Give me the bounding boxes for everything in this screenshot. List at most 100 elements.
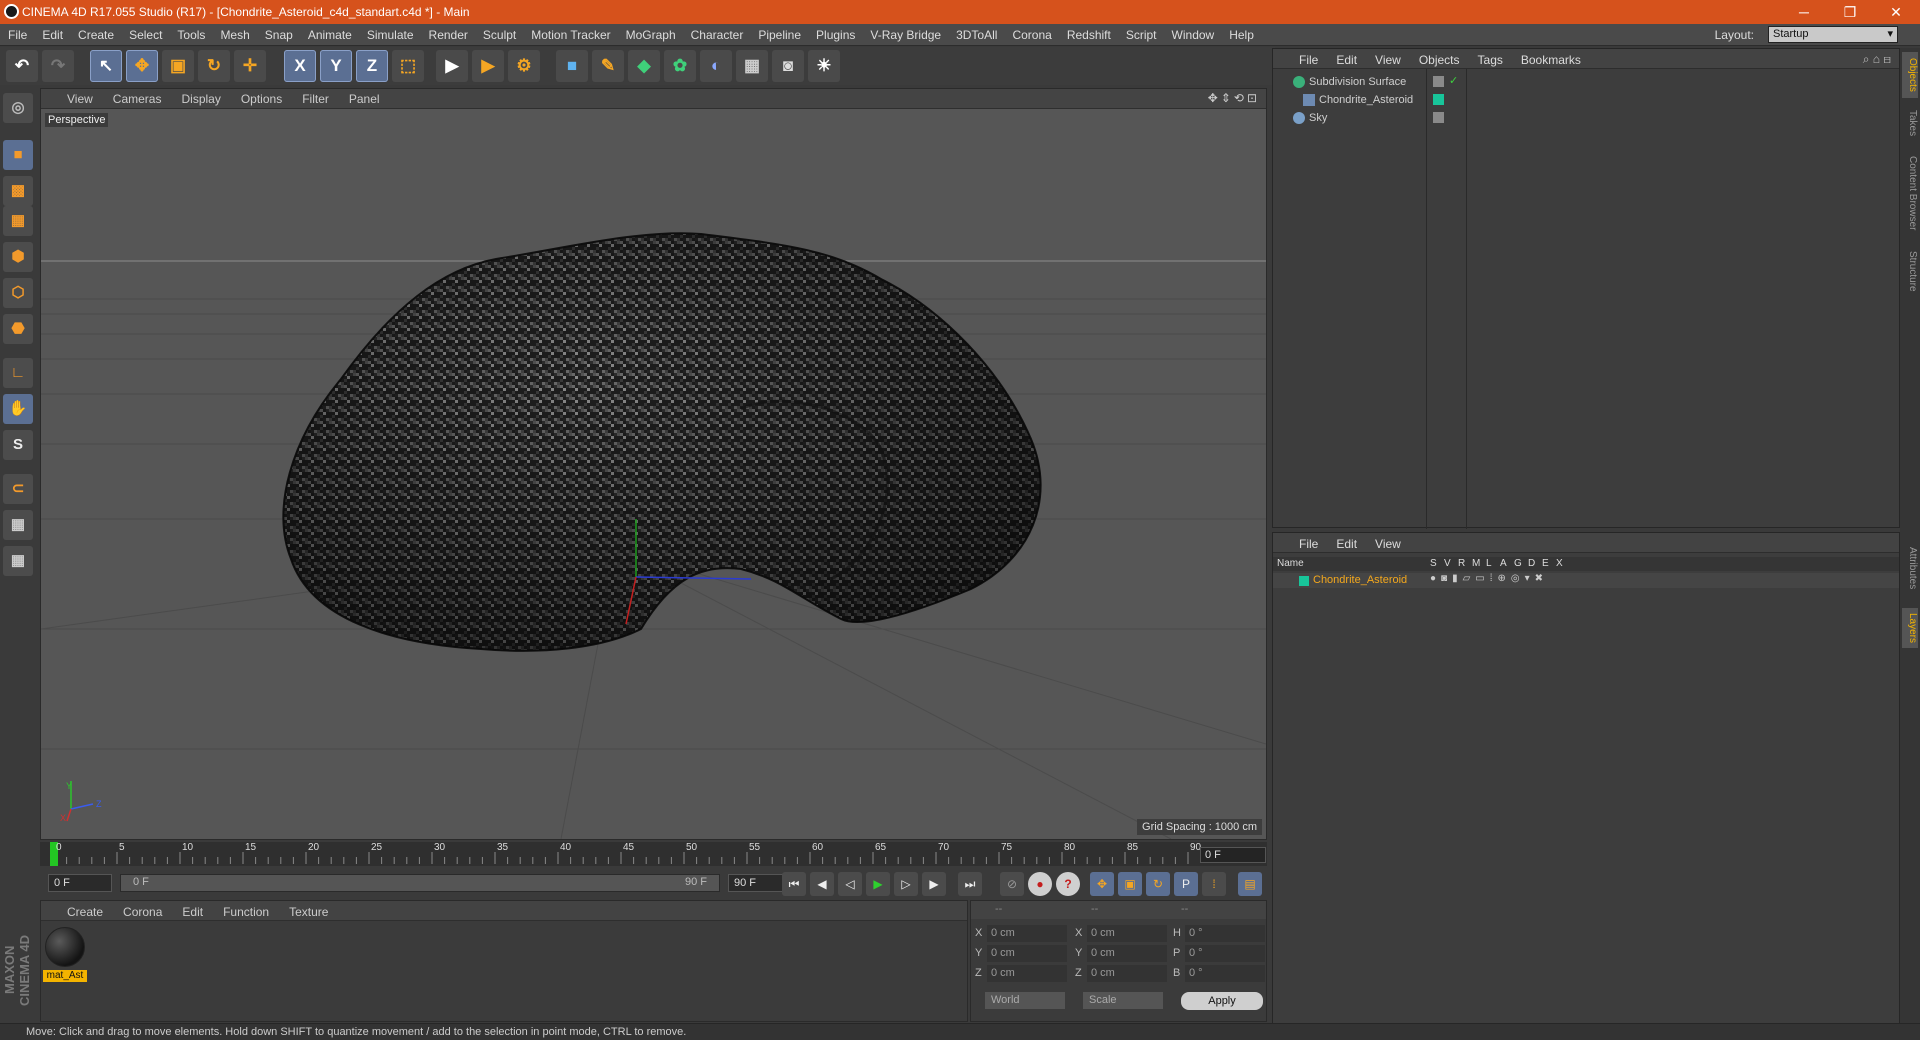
tab-attributes[interactable]: Attributes <box>1902 538 1918 598</box>
camera-button[interactable]: ◙ <box>772 50 804 82</box>
go-to-start-button[interactable]: ⏮ <box>782 872 806 896</box>
light-button[interactable]: ☀ <box>808 50 840 82</box>
axis-mode-icon[interactable]: ∟ <box>3 358 33 388</box>
model-mode-icon[interactable]: ■ <box>3 140 33 170</box>
restore-button[interactable]: ❐ <box>1830 2 1870 22</box>
go-to-end-button[interactable]: ⏭ <box>958 872 982 896</box>
tab-structure[interactable]: Structure <box>1902 246 1918 296</box>
viewport-menu-filter[interactable]: Filter <box>302 92 329 106</box>
layout-select[interactable]: Startup <box>1768 26 1898 43</box>
object-menu-objects[interactable]: Objects <box>1419 53 1460 67</box>
menu-simulate[interactable]: Simulate <box>367 28 414 42</box>
object-row-sky[interactable]: Sky <box>1277 109 1892 127</box>
menu-animate[interactable]: Animate <box>308 28 352 42</box>
timeline-ruler[interactable]: 0 5 10 15 20 25 30 35 40 45 50 55 60 65 70 75 80 85 90 <box>40 842 1267 866</box>
menu-help[interactable]: Help <box>1229 28 1254 42</box>
object-name[interactable]: Chondrite_Asteroid <box>1319 91 1413 109</box>
material-menu-edit[interactable]: Edit <box>182 905 203 919</box>
layer-color-swatch[interactable] <box>1299 576 1309 586</box>
menu-render[interactable]: Render <box>429 28 468 42</box>
material-thumbnail[interactable] <box>45 927 85 967</box>
record-keys-icon[interactable]: ⊘ <box>1000 872 1024 896</box>
material-menu-texture[interactable]: Texture <box>289 905 328 919</box>
menu-mograph[interactable]: MoGraph <box>626 28 676 42</box>
menu-file[interactable]: File <box>8 28 27 42</box>
object-search-icon[interactable]: ⌕ ⌂ ⊟ <box>1863 52 1891 67</box>
move-tool[interactable]: ✥ <box>126 50 158 82</box>
texture-mode-icon[interactable]: ▩ <box>3 176 33 206</box>
planar-workplane-icon[interactable]: ▦ <box>3 546 33 576</box>
pos-y-field[interactable]: 0 cm <box>987 945 1067 962</box>
locked-workplane-icon[interactable]: ▦ <box>3 510 33 540</box>
render-settings-button[interactable]: ⚙ <box>508 50 540 82</box>
render-view-button[interactable]: ▶ <box>436 50 468 82</box>
size-z-field[interactable]: 0 cm <box>1087 965 1167 982</box>
timeline-window-icon[interactable]: ▤ <box>1238 872 1262 896</box>
viewport-menu-options[interactable]: Options <box>241 92 282 106</box>
object-menu-edit[interactable]: Edit <box>1336 53 1357 67</box>
viewport-menu-panel[interactable]: Panel <box>349 92 380 106</box>
viewport-menu-view[interactable]: View <box>67 92 93 106</box>
x-axis-lock[interactable]: X <box>284 50 316 82</box>
scale-key-icon[interactable]: ▣ <box>1118 872 1142 896</box>
menu-vray-bridge[interactable]: V-Ray Bridge <box>870 28 941 42</box>
minimize-button[interactable]: ─ <box>1784 2 1824 22</box>
layer-menu-edit[interactable]: Edit <box>1336 537 1357 551</box>
cube-object-button[interactable]: ■ <box>556 50 588 82</box>
object-name[interactable]: Subdivision Surface <box>1309 73 1406 91</box>
autokey-icon[interactable]: ● <box>1028 872 1052 896</box>
layer-tag-icon[interactable] <box>1433 112 1444 123</box>
rotate-tool[interactable]: ↻ <box>198 50 230 82</box>
redo-button[interactable]: ↷ <box>42 50 74 82</box>
next-key-button[interactable]: ▶ <box>922 872 946 896</box>
current-frame-field[interactable]: 0 F <box>1200 847 1266 863</box>
menu-tools[interactable]: Tools <box>177 28 205 42</box>
undo-button[interactable]: ↶ <box>6 50 38 82</box>
tab-content-browser[interactable]: Content Browser <box>1902 148 1918 238</box>
z-axis-lock[interactable]: Z <box>356 50 388 82</box>
coordinate-space-dropdown[interactable]: World <box>985 992 1065 1009</box>
menu-script[interactable]: Script <box>1126 28 1157 42</box>
size-x-field[interactable]: 0 cm <box>1087 925 1167 942</box>
tab-objects[interactable]: Objects <box>1902 52 1918 98</box>
menu-3dtoall[interactable]: 3DToAll <box>956 28 997 42</box>
size-y-field[interactable]: 0 cm <box>1087 945 1167 962</box>
workplane-mode-icon[interactable]: ▦ <box>3 206 33 236</box>
rot-h-field[interactable]: 0 ° <box>1185 925 1265 942</box>
previous-key-button[interactable]: ◀ <box>810 872 834 896</box>
previous-frame-button[interactable]: ◁ <box>838 872 862 896</box>
deformer-button[interactable]: ◐ <box>700 50 732 82</box>
pen-spline-button[interactable]: ✎ <box>592 50 624 82</box>
pos-z-field[interactable]: 0 cm <box>987 965 1067 982</box>
live-selection-tool[interactable]: ↖ <box>90 50 122 82</box>
layer-row-chondrite-asteroid[interactable]: Chondrite_Asteroid ●◙▮▱▭⁞⊕◎▾✖ <box>1273 573 1899 588</box>
menu-plugins[interactable]: Plugins <box>816 28 855 42</box>
tab-takes[interactable]: Takes <box>1902 106 1918 140</box>
subdivision-surface-button[interactable]: ◆ <box>628 50 660 82</box>
tab-layers[interactable]: Layers <box>1902 608 1918 648</box>
menu-motion-tracker[interactable]: Motion Tracker <box>531 28 610 42</box>
position-key-icon[interactable]: ✥ <box>1090 872 1114 896</box>
object-menu-tags[interactable]: Tags <box>1478 53 1503 67</box>
make-editable-icon[interactable]: ◎ <box>3 93 33 123</box>
menu-sculpt[interactable]: Sculpt <box>483 28 516 42</box>
menu-character[interactable]: Character <box>691 28 744 42</box>
object-row-chondrite-asteroid[interactable]: Chondrite_Asteroid <box>1277 91 1892 109</box>
polygons-mode-icon[interactable]: ⬣ <box>3 314 33 344</box>
layer-tag-icon[interactable] <box>1433 76 1444 87</box>
start-frame-field[interactable]: 0 F <box>48 874 112 892</box>
points-mode-icon[interactable]: ⬢ <box>3 242 33 272</box>
point-level-key-icon[interactable]: ⁞ <box>1202 872 1226 896</box>
layer-name[interactable]: Chondrite_Asteroid <box>1313 574 1407 586</box>
menu-window[interactable]: Window <box>1172 28 1215 42</box>
cloner-button[interactable]: ✿ <box>664 50 696 82</box>
rotation-key-icon[interactable]: ↻ <box>1146 872 1170 896</box>
menu-snap[interactable]: Snap <box>265 28 293 42</box>
floor-button[interactable]: ▦ <box>736 50 768 82</box>
menu-redshift[interactable]: Redshift <box>1067 28 1111 42</box>
menu-corona[interactable]: Corona <box>1012 28 1051 42</box>
transform-tool[interactable]: ✛ <box>234 50 266 82</box>
layer-menu-file[interactable]: File <box>1299 537 1318 551</box>
viewport-menu-display[interactable]: Display <box>181 92 220 106</box>
material-menu-create[interactable]: Create <box>67 905 103 919</box>
